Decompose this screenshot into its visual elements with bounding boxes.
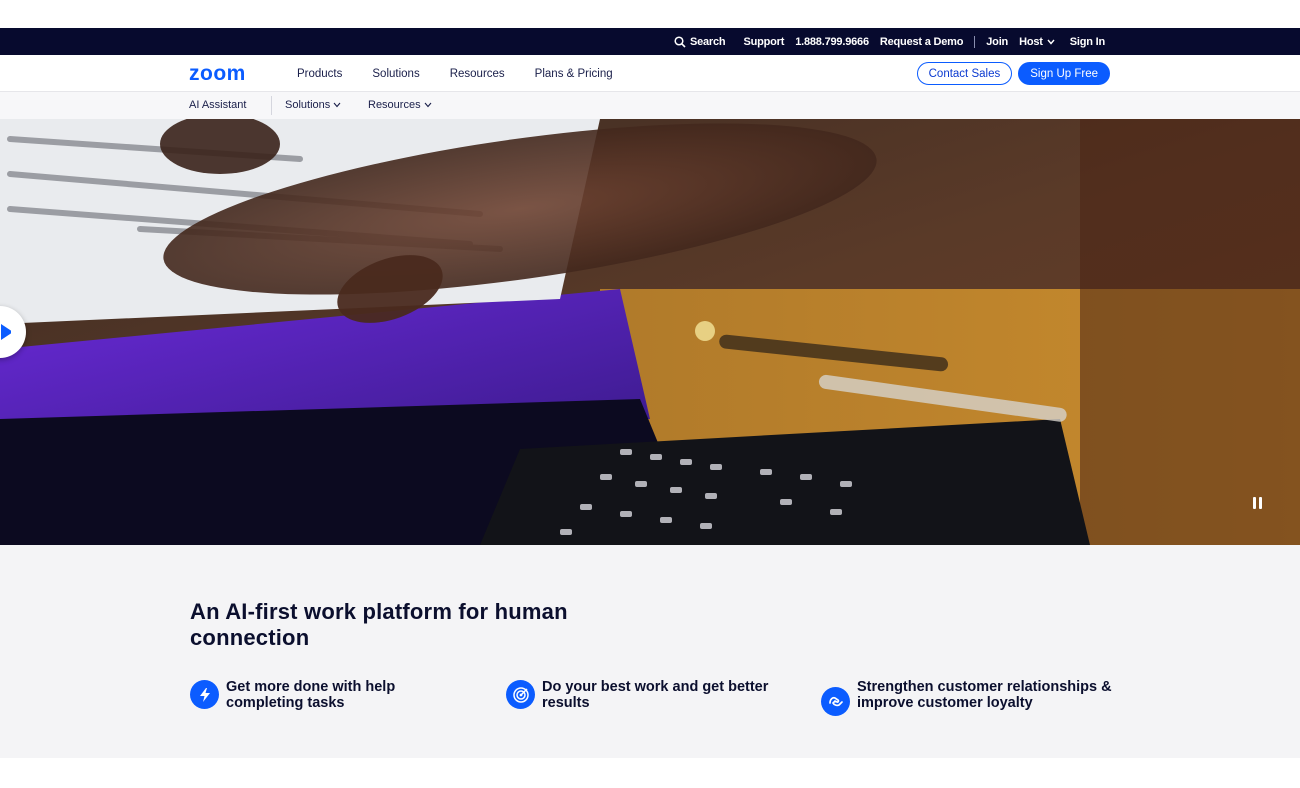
feature-text: Get more done with help completing tasks — [226, 679, 396, 711]
lightning-icon — [190, 680, 219, 709]
feature-text: Do your best work and get better results — [542, 679, 769, 711]
pause-icon-bar — [1252, 497, 1256, 509]
svg-text:zoom: zoom — [189, 64, 246, 83]
target-icon — [506, 680, 535, 709]
subnav-title[interactable]: AI Assistant — [189, 99, 246, 111]
play-icon — [1, 324, 11, 340]
features-section: An AI-first work platform for human conn… — [0, 545, 1300, 758]
utility-bar: Search Support 1.888.799.9666 Request a … — [0, 28, 1300, 55]
pause-button[interactable] — [1249, 495, 1265, 511]
subnav-divider — [271, 96, 272, 115]
hero-video[interactable] — [0, 119, 1300, 545]
sign-in-link[interactable]: Sign In — [1070, 36, 1105, 48]
hero-video-frame — [0, 119, 1300, 545]
subnav-resources[interactable]: Resources — [368, 99, 432, 111]
nav-plans-pricing[interactable]: Plans & Pricing — [535, 68, 613, 80]
sign-up-free-button[interactable]: Sign Up Free — [1018, 62, 1110, 85]
utility-divider — [974, 35, 976, 48]
nav-products[interactable]: Products — [297, 68, 342, 80]
request-demo-link[interactable]: Request a Demo — [880, 36, 964, 48]
search-icon — [674, 35, 686, 48]
nav-resources[interactable]: Resources — [450, 68, 505, 80]
subnav-resources-label: Resources — [368, 99, 421, 111]
host-menu[interactable]: Host — [1019, 36, 1059, 48]
main-nav: zoom Products Solutions Resources Plans … — [0, 55, 1300, 92]
search-link[interactable]: Search — [674, 36, 726, 48]
feature-text: Strengthen customer relationships & impr… — [857, 679, 1112, 711]
feature-item: Strengthen customer relationships & impr… — [821, 679, 1121, 716]
support-link[interactable]: Support — [743, 36, 784, 48]
chevron-down-icon — [424, 102, 431, 108]
primary-nav-links: Products Solutions Resources Plans & Pri… — [297, 55, 643, 92]
nav-solutions[interactable]: Solutions — [372, 68, 419, 80]
zoom-logo-icon: zoom — [189, 62, 246, 85]
handshake-icon — [821, 687, 850, 716]
phone-link[interactable]: 1.888.799.9666 — [795, 36, 869, 48]
nav-cta-group: Contact Sales Sign Up Free — [916, 62, 1110, 85]
contact-sales-button[interactable]: Contact Sales — [916, 62, 1013, 85]
chevron-down-icon — [1047, 39, 1055, 45]
zoom-logo[interactable]: zoom — [189, 62, 267, 88]
search-label: Search — [689, 35, 726, 48]
feature-item: Get more done with help completing tasks — [190, 679, 470, 711]
feature-item: Do your best work and get better results — [506, 679, 806, 711]
features-heading: An AI-first work platform for human conn… — [190, 599, 568, 650]
page: Search Support 1.888.799.9666 Request a … — [0, 0, 1300, 788]
subnav-solutions-label: Solutions — [285, 99, 331, 111]
join-link[interactable]: Join — [986, 36, 1008, 48]
chevron-down-icon — [333, 102, 341, 108]
subnav-solutions[interactable]: Solutions — [285, 99, 341, 111]
pause-icon-bar — [1258, 497, 1262, 509]
sub-nav: AI Assistant Solutions Resources — [0, 92, 1300, 119]
host-label: Host — [1019, 35, 1043, 48]
